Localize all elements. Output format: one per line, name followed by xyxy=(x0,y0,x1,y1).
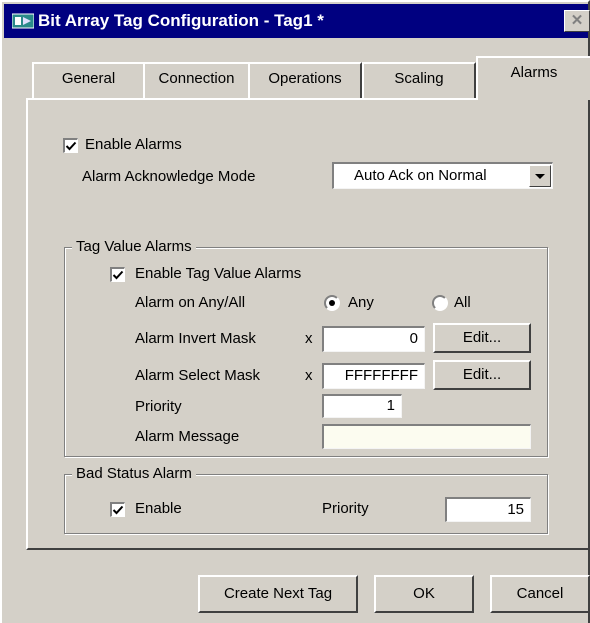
cancel-button[interactable]: Cancel xyxy=(490,575,590,613)
create-next-tag-button[interactable]: Create Next Tag xyxy=(198,575,358,613)
tab-label: Alarms xyxy=(510,64,558,81)
tab-label: Scaling xyxy=(394,70,444,87)
dialog-window: Bit Array Tag Configuration - Tag1 * ✕ G… xyxy=(0,0,590,623)
ok-button[interactable]: OK xyxy=(374,575,474,613)
title-bar[interactable]: Bit Array Tag Configuration - Tag1 * ✕ xyxy=(4,4,590,38)
tab-panel-alarms xyxy=(26,98,590,550)
tab-scaling[interactable]: Scaling xyxy=(362,62,476,98)
tab-general[interactable]: General xyxy=(32,62,145,98)
close-icon: ✕ xyxy=(570,12,584,29)
tab-operations[interactable]: Operations xyxy=(248,62,362,98)
tab-label: Operations xyxy=(268,70,342,87)
tab-connection[interactable]: Connection xyxy=(143,62,250,98)
tab-alarms[interactable]: Alarms xyxy=(476,56,590,100)
tab-label: Connection xyxy=(158,70,235,87)
app-icon xyxy=(11,13,35,29)
window-title: Bit Array Tag Configuration - Tag1 * xyxy=(38,11,324,30)
close-button[interactable]: ✕ xyxy=(564,10,590,32)
tab-label: General xyxy=(61,70,116,87)
